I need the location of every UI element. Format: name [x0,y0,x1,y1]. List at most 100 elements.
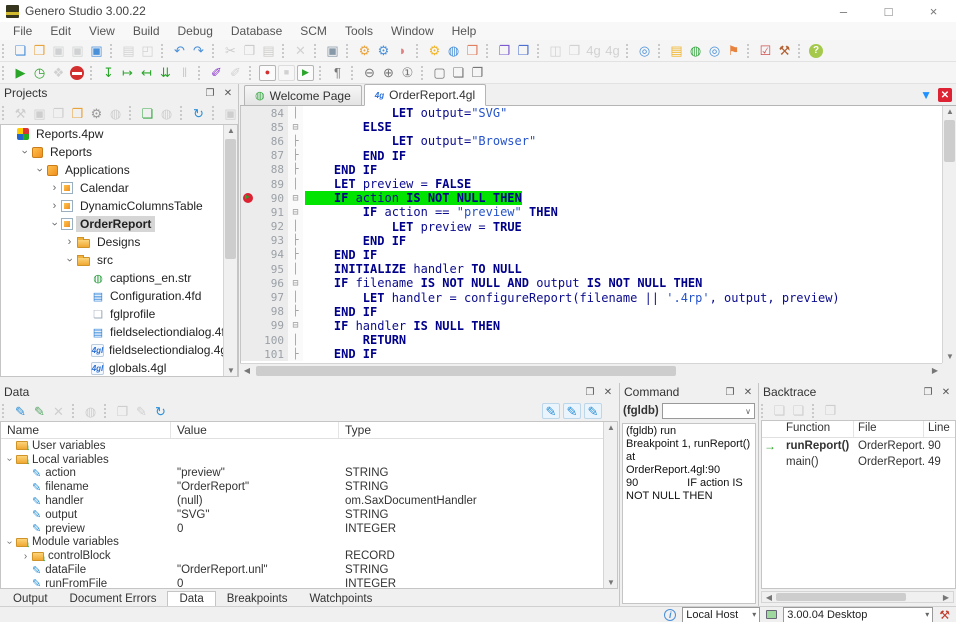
code-line-89[interactable]: 89│ LET preview = FALSE [241,177,942,191]
tree-item-fieldselectiondialog-4fd[interactable]: ▤fieldselectiondialog.4fd [1,323,237,341]
tab-welcome-page[interactable]: ◍Welcome Page [244,85,362,105]
prev-window-button[interactable]: ❏ [449,63,468,82]
breakpoint-margin[interactable] [241,262,256,276]
refresh-data-button[interactable]: ↻ [151,402,170,421]
code-line-84[interactable]: 84│ LET output="SVG" [241,106,942,120]
breakpoint-margin[interactable] [241,106,256,120]
code-line-96[interactable]: 96⊟ IF filename IS NOT NULL AND output I… [241,276,942,290]
tree-item-globals-4gl[interactable]: 4glglobals.4gl [1,359,237,377]
archive-button[interactable]: ◍ [106,104,125,123]
breakpoint-margin[interactable] [241,177,256,191]
stack-button[interactable]: ❒ [565,41,584,60]
fold-toggle-icon[interactable]: ⊟ [288,276,303,290]
data-close-button[interactable]: ✕ [602,387,614,398]
execute-button[interactable]: ◍ [444,41,463,60]
build-project-button[interactable]: ⚒ [11,104,30,123]
command-input-combo[interactable]: ∨ [662,403,755,419]
menu-debug[interactable]: Debug [169,24,222,38]
column-header-line[interactable]: Line [924,421,955,437]
run-button[interactable]: ▶ [11,63,30,82]
new-program-button[interactable]: ❐ [495,41,514,60]
menu-edit[interactable]: Edit [41,24,80,38]
new-module-button[interactable]: ❐ [514,41,533,60]
tree-item-reports-4pw[interactable]: Reports.4pw [1,125,237,143]
edit-expression-button[interactable]: ✎ [584,403,602,419]
info-icon[interactable]: i [664,609,676,621]
code-line-101[interactable]: 101├ END IF [241,347,942,361]
breakpoint-margin[interactable] [241,120,256,134]
bottom-tab-breakpoints[interactable]: Breakpoints [216,592,299,606]
code-line-100[interactable]: 100│ RETURN [241,333,942,347]
open-file-button[interactable]: ❒ [30,41,49,60]
tree-item-fglprofile[interactable]: ❏fglprofile [1,305,237,323]
find-usages-button[interactable]: ◎ [635,41,654,60]
build-all-button[interactable]: ⚙ [374,41,393,60]
bottom-tab-watchpoints[interactable]: Watchpoints [298,592,383,606]
run-to-cursor-button[interactable]: ⇊ [156,63,175,82]
variable-row-module-variables[interactable]: ›Module variables [1,536,617,550]
chevron-down-icon[interactable]: › [64,254,76,267]
variable-row-controlblock[interactable]: ›controlBlockRECORD [1,549,617,563]
watch-globe-button[interactable]: ◍ [81,402,100,421]
variable-row-datafile[interactable]: ✎dataFile"OrderReport.unl"STRING [1,563,617,577]
tree-item-designs[interactable]: ›Designs [1,233,237,251]
close-button[interactable]: × [911,0,956,22]
code-line-93[interactable]: 93├ END IF [241,234,942,248]
paste-button[interactable]: ▤ [259,41,278,60]
add-watch-button[interactable]: ✎ [11,402,30,421]
deploy-button[interactable]: ❒ [463,41,482,60]
bottom-tab-data[interactable]: Data [167,591,215,607]
breakpoint-margin[interactable] [241,347,256,361]
cut-button[interactable]: ✂ [221,41,240,60]
schema-button[interactable]: ▤ [667,41,686,60]
menu-window[interactable]: Window [382,24,443,38]
editor-vertical-scrollbar[interactable]: ▲ ▼ [942,106,956,363]
breakpoint-margin[interactable] [241,305,256,319]
menu-file[interactable]: File [4,24,41,38]
record-button[interactable]: ● [259,65,276,81]
backtrace-row-main[interactable]: main()OrderReport.4gl49 [762,454,955,470]
zoom-in-button[interactable]: ⊕ [379,63,398,82]
projects-tree-scrollbar[interactable]: ▲ ▼ [223,125,237,376]
menu-build[interactable]: Build [124,24,169,38]
edit-watch-button[interactable]: ✎ [30,402,49,421]
variable-row-preview[interactable]: ✎preview0INTEGER [1,522,617,536]
variable-row-user-variables[interactable]: User variables [1,439,617,453]
breakpoint-margin[interactable] [241,191,256,205]
variable-row-action[interactable]: ✎action"preview"STRING [1,467,617,481]
new-item-button[interactable]: ❏ [138,104,157,123]
compile-4gl-button[interactable]: 4g [603,41,622,60]
print-preview-button[interactable]: ◰ [138,41,157,60]
minimize-button[interactable]: – [821,0,866,22]
chevron-down-icon[interactable]: › [19,146,31,159]
save-as-button[interactable]: ▣ [68,41,87,60]
chevron-right-icon[interactable]: › [19,551,32,562]
command-close-button[interactable]: ✕ [742,387,754,398]
backtrace-float-button[interactable]: ❐ [922,387,934,398]
code-line-99[interactable]: 99⊟ IF handler IS NULL THEN [241,319,942,333]
command-float-button[interactable]: ❐ [724,387,736,398]
code-editor[interactable]: 84│ LET output="SVG"85⊟ ELSE86├ LET outp… [240,106,942,363]
database-button[interactable]: ◍ [157,104,176,123]
stop-recording-button[interactable]: ■ [278,65,295,81]
package-project-button[interactable]: ▣ [30,104,49,123]
close-document-button[interactable]: ✕ [938,88,952,102]
variable-row-filename[interactable]: ✎filename"OrderReport"STRING [1,480,617,494]
code-line-86[interactable]: 86├ LET output="Browser" [241,134,942,148]
step-out-button[interactable]: ↤ [137,63,156,82]
new-file-button[interactable]: ❏ [11,41,30,60]
check-4gl-button[interactable]: 4g [584,41,603,60]
bottom-tab-output[interactable]: Output [2,592,59,606]
clean-button[interactable]: ◗ [393,41,412,60]
frame-up-button[interactable]: ❏ [770,401,789,420]
chevron-right-icon[interactable]: › [63,236,76,248]
zoom-reset-button[interactable]: ① [398,63,417,82]
copy-value-button[interactable]: ❐ [113,402,132,421]
code-line-90[interactable]: 90⊟ IF action IS NOT NULL THEN [241,191,942,205]
breakpoint-margin[interactable] [241,163,256,177]
menu-tools[interactable]: Tools [336,24,382,38]
frame-button[interactable]: ▢ [430,63,449,82]
host-select[interactable]: Local Host▾ [682,607,760,622]
tree-item-src[interactable]: ›src [1,251,237,269]
save-all-button[interactable]: ▣ [87,41,106,60]
